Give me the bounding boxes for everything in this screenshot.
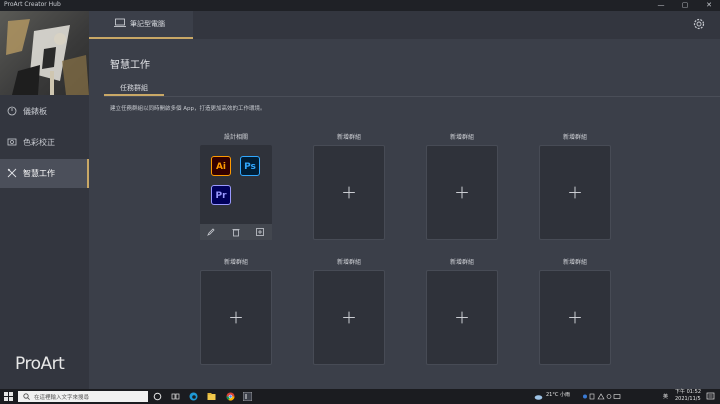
color-calibration-icon [7,138,17,146]
close-button[interactable]: ✕ [701,0,717,11]
title-bar: ProArt Creator Hub — ▢ ✕ [0,0,720,11]
add-group-card[interactable] [539,270,611,365]
group-label: 新增群組 [562,259,587,266]
minimize-button[interactable]: — [653,0,669,11]
top-bar: 筆記型電腦 [89,11,720,39]
group-card-design[interactable]: Ai Ps Pr [200,145,272,240]
weather-text[interactable]: 21°C 小雨 [546,391,570,398]
tab-task-groups[interactable]: 任務群組 [104,82,164,96]
smart-work-icon [7,168,17,178]
tab-label: 任務群組 [120,84,148,92]
plus-icon [230,311,242,324]
sidebar: 儀錶板 色彩校正 智慧工作 ProArt [0,11,89,389]
maximize-button[interactable]: ▢ [677,0,693,11]
add-group-card[interactable] [426,145,498,240]
page-title: 智慧工作 [110,60,150,71]
group-label: 新增群組 [449,134,474,141]
group-label: 新增群組 [223,259,248,266]
divider [104,96,720,97]
illustrator-app-icon[interactable]: Ai [211,156,231,176]
proart-hub-taskbar-icon[interactable] [243,392,252,401]
sidebar-item-smart-work[interactable]: 智慧工作 [0,159,89,188]
taskbar-search-input[interactable]: 在這裡輸入文字來搜尋 [18,391,148,402]
window-title: ProArt Creator Hub [4,1,61,8]
add-group-card[interactable] [313,270,385,365]
gear-icon[interactable] [692,17,706,31]
trash-icon[interactable] [231,227,241,237]
dashboard-icon [7,106,17,116]
cortana-icon[interactable] [153,392,162,401]
sidebar-item-color-calibration[interactable]: 色彩校正 [0,128,89,157]
add-group-card[interactable] [426,270,498,365]
clock-date: 2021/11/5 [675,396,701,402]
plus-icon [343,186,355,199]
windows-start-icon[interactable] [4,392,13,401]
add-group-card[interactable] [313,145,385,240]
file-explorer-icon[interactable] [207,392,216,401]
page-description: 建立任務群組以同時開啟多個 App，打造更加高效的工作環境。 [110,106,266,112]
search-icon [23,393,30,400]
add-group-card[interactable] [200,270,272,365]
notifications-icon[interactable] [706,392,715,401]
sidebar-item-label: 儀錶板 [23,107,47,116]
task-view-icon[interactable] [171,392,180,401]
taskbar: 在這裡輸入文字來搜尋 21°C 小雨 英 下午 01:52 2021/11/5 [0,389,720,404]
chrome-icon[interactable] [226,392,235,401]
sidebar-item-label: 智慧工作 [23,169,55,178]
group-label: 新增群組 [449,259,474,266]
system-tray-icons[interactable] [582,393,622,400]
group-label: 新增群組 [336,134,361,141]
plus-icon [456,311,468,324]
tray-icons [582,393,622,402]
premiere-app-icon[interactable]: Pr [211,185,231,205]
add-group-card[interactable] [539,145,611,240]
group-label: 新增群組 [336,259,361,266]
plus-icon [456,186,468,199]
plus-icon [569,311,581,324]
sidebar-item-dashboard[interactable]: 儀錶板 [0,97,89,126]
clock-time: 下午 01:52 [675,389,701,395]
group-toolbar [200,224,272,240]
group-label: 新增群組 [562,134,587,141]
photoshop-app-icon[interactable]: Ps [240,156,260,176]
search-placeholder: 在這裡輸入文字來搜尋 [34,395,90,401]
plus-icon [569,186,581,199]
tab-label: 筆記型電腦 [130,20,165,28]
edit-icon[interactable] [206,227,216,237]
sidebar-item-label: 色彩校正 [23,138,55,147]
plus-icon [343,311,355,324]
laptop-icon [114,18,126,27]
hero-artwork [0,11,89,95]
group-label: 設計相關 [223,134,248,141]
input-language[interactable]: 英 [663,393,668,400]
edge-icon[interactable] [189,392,198,401]
app-window: ProArt Creator Hub — ▢ ✕ 儀錶板 色彩校正 智慧工作 P… [0,0,720,389]
brand-logo: ProArt [15,354,65,374]
weather-icon[interactable] [534,392,543,401]
tab-laptop[interactable]: 筆記型電腦 [89,11,193,39]
launch-icon[interactable] [255,227,265,237]
clock[interactable]: 下午 01:52 2021/11/5 [675,389,701,403]
